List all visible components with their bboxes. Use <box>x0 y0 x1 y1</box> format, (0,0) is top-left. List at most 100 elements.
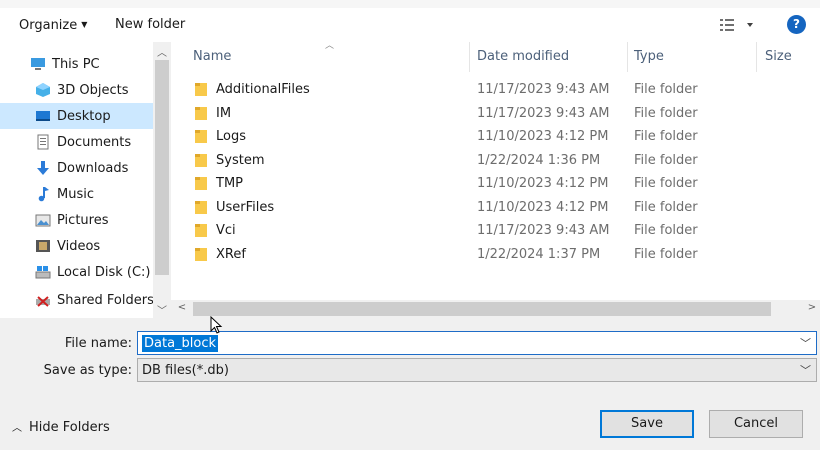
nav-item-this-pc[interactable]: This PC <box>0 51 153 77</box>
column-header-type[interactable]: Type <box>634 42 664 72</box>
nav-item-shared-folders[interactable]: Shared Folders (\ <box>0 287 167 313</box>
folder-icon <box>195 83 207 96</box>
file-name: System <box>216 153 265 168</box>
file-date: 11/10/2023 4:12 PM <box>477 176 609 191</box>
folder-icon <box>195 224 207 237</box>
file-date: 11/17/2023 9:43 AM <box>477 223 610 238</box>
nav-item-pictures[interactable]: Pictures <box>0 207 153 233</box>
pictures-icon <box>35 214 51 227</box>
save-button[interactable]: Save <box>600 410 694 438</box>
file-date: 1/22/2024 1:37 PM <box>477 247 601 262</box>
file-date: 11/10/2023 4:12 PM <box>477 129 609 144</box>
file-name: IM <box>216 106 232 121</box>
column-divider[interactable] <box>756 42 757 72</box>
chevron-down-icon[interactable]: ﹀ <box>800 335 811 351</box>
nav-item-label: Documents <box>57 134 132 150</box>
caret-down-icon: ▼ <box>81 20 88 29</box>
file-row[interactable]: IM 11/17/2023 9:43 AM File folder <box>171 102 820 125</box>
file-name-input[interactable]: Data_block ﹀ <box>137 331 817 355</box>
column-divider[interactable] <box>627 42 628 72</box>
file-type: File folder <box>634 153 698 168</box>
file-name: XRef <box>216 247 246 262</box>
file-date: 11/17/2023 9:43 AM <box>477 106 610 121</box>
column-header-size[interactable]: Size <box>765 42 792 72</box>
nav-item-label: This PC <box>52 56 100 72</box>
folder-icon <box>195 177 207 190</box>
details-view-icon <box>720 19 753 31</box>
toolbar: Organize ▼ New folder ? <box>0 0 820 47</box>
file-row[interactable]: TMP 11/10/2023 4:12 PM File folder <box>171 172 820 195</box>
toolbar-top-band <box>0 0 820 8</box>
folder-icon <box>195 201 207 214</box>
column-divider[interactable] <box>469 42 470 72</box>
nav-item-label: Downloads <box>57 160 129 176</box>
horizontal-scrollbar[interactable]: < > <box>171 300 820 318</box>
scroll-down-icon[interactable]: ﹀ <box>153 302 171 317</box>
scroll-up-icon[interactable]: ︿ <box>153 44 171 59</box>
file-row[interactable]: System 1/22/2024 1:36 PM File folder <box>171 149 820 172</box>
file-row[interactable]: UserFiles 11/10/2023 4:12 PM File folder <box>171 196 820 219</box>
file-type: File folder <box>634 200 698 215</box>
3d-objects-icon <box>36 83 50 97</box>
file-type: File folder <box>634 82 698 97</box>
nav-item-label: Music <box>57 186 94 202</box>
nav-item-desktop[interactable]: Desktop <box>0 103 153 129</box>
downloads-icon <box>37 161 49 175</box>
this-pc-icon <box>31 58 45 70</box>
file-name: AdditionalFiles <box>216 82 310 97</box>
nav-scrollbar-thumb[interactable] <box>155 60 169 275</box>
nav-item-documents[interactable]: Documents <box>0 129 153 155</box>
save-as-type-value: DB files(*.db) <box>142 363 229 378</box>
file-type: File folder <box>634 223 698 238</box>
file-row[interactable]: AdditionalFiles 11/17/2023 9:43 AM File … <box>171 78 820 101</box>
nav-item-3d-objects[interactable]: 3D Objects <box>0 77 153 103</box>
file-date: 1/22/2024 1:36 PM <box>477 153 601 168</box>
nav-item-label: Desktop <box>57 108 111 124</box>
file-name: TMP <box>216 176 243 191</box>
folder-icon <box>195 248 207 261</box>
nav-item-music[interactable]: Music <box>0 181 153 207</box>
nav-item-label: Videos <box>57 238 101 254</box>
help-button[interactable]: ? <box>787 15 806 34</box>
scroll-right-icon[interactable]: > <box>803 302 820 313</box>
nav-item-label: 3D Objects <box>57 82 129 98</box>
file-name-value: Data_block <box>142 335 219 352</box>
file-row[interactable]: Logs 11/10/2023 4:12 PM File folder <box>171 125 820 148</box>
nav-item-local-disk[interactable]: Local Disk (C:) <box>0 259 153 285</box>
change-view-button[interactable] <box>718 17 758 33</box>
save-as-type-select[interactable]: DB files(*.db) ﹀ <box>137 358 817 382</box>
file-type: File folder <box>634 176 698 191</box>
shared-folders-icon <box>36 296 50 307</box>
file-name: Vci <box>216 223 236 238</box>
new-folder-button[interactable]: New folder <box>115 15 185 35</box>
chevron-down-icon[interactable]: ﹀ <box>800 362 811 378</box>
documents-icon <box>37 134 49 150</box>
nav-item-label: Pictures <box>57 212 109 228</box>
file-row[interactable]: Vci 11/17/2023 9:43 AM File folder <box>171 219 820 242</box>
scroll-left-icon[interactable]: < <box>173 302 191 313</box>
music-icon <box>38 187 49 202</box>
folder-icon <box>195 130 207 143</box>
file-row[interactable]: XRef 1/22/2024 1:37 PM File folder <box>171 243 820 266</box>
file-type: File folder <box>634 247 698 262</box>
chevron-up-icon: ︿ <box>12 423 22 434</box>
file-date: 11/10/2023 4:12 PM <box>477 200 609 215</box>
cancel-button[interactable]: Cancel <box>709 410 803 438</box>
nav-scrollbar[interactable]: ︿ ﹀ <box>153 42 171 318</box>
folder-icon <box>195 154 207 167</box>
file-type: File folder <box>634 106 698 121</box>
nav-item-videos[interactable]: Videos <box>0 233 153 259</box>
videos-icon <box>36 240 50 252</box>
organize-button[interactable]: Organize ▼ <box>19 15 87 35</box>
horizontal-scrollbar-thumb[interactable] <box>193 302 771 316</box>
sort-ascending-icon: ︿ <box>325 41 335 51</box>
file-list: ︿ Name Date modified Type Size Additiona… <box>171 41 820 318</box>
nav-item-downloads[interactable]: Downloads <box>0 155 153 181</box>
hide-folders-button[interactable]: ︿ Hide Folders <box>12 419 110 435</box>
file-type: File folder <box>634 129 698 144</box>
desktop-icon <box>36 111 50 121</box>
column-header-name[interactable]: Name <box>193 42 231 72</box>
column-header-date-modified[interactable]: Date modified <box>477 42 569 72</box>
nav-item-label: Shared Folders (\ <box>57 292 168 308</box>
file-name: Logs <box>216 129 246 144</box>
